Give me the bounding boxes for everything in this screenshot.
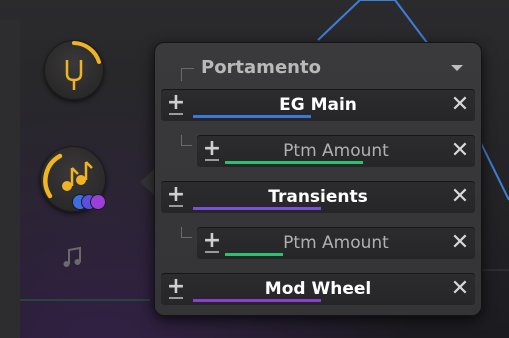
title-bracket: [181, 68, 194, 81]
mod-row-transients[interactable]: + Transients ✕: [161, 181, 475, 213]
portamento-knob-arc: [43, 153, 63, 199]
panel-title: Portamento: [201, 57, 321, 78]
plus-icon[interactable]: +: [197, 227, 227, 259]
sub-row-bracket: [181, 135, 192, 146]
mod-row-eg-main[interactable]: + EG Main ✕: [161, 89, 475, 121]
plus-icon[interactable]: +: [161, 89, 191, 121]
mod-row-mod-wheel[interactable]: + Mod Wheel ✕: [161, 273, 475, 305]
mod-dot-purple: [90, 194, 106, 210]
left-edge-strip: [0, 20, 20, 338]
mod-amount-bar[interactable]: [193, 207, 321, 210]
tuning-fork-icon: [65, 60, 83, 90]
plus-icon[interactable]: +: [161, 273, 191, 305]
modulation-source-dots: [72, 194, 112, 210]
mod-amount-bar[interactable]: [225, 253, 283, 256]
mod-row-ptm-amount[interactable]: + Ptm Amount ✕: [197, 227, 475, 259]
close-icon[interactable]: ✕: [445, 273, 475, 305]
mod-row-ptm-amount[interactable]: + Ptm Amount ✕: [197, 135, 475, 167]
tuning-knob-arc: [72, 41, 101, 64]
music-note-icon: [62, 161, 93, 191]
plus-icon[interactable]: +: [161, 181, 191, 213]
sub-row-bracket: [181, 227, 192, 238]
mod-amount-bar[interactable]: [193, 115, 311, 118]
close-icon[interactable]: ✕: [445, 89, 475, 121]
tuning-knob[interactable]: [44, 40, 104, 100]
mod-amount-bar[interactable]: [193, 299, 321, 302]
modulation-popup: Portamento + EG Main ✕ + Ptm Amount ✕ + …: [154, 42, 482, 316]
mod-amount-bar[interactable]: [225, 161, 363, 164]
music-note-icon[interactable]: [60, 244, 86, 270]
chevron-down-icon[interactable]: [451, 65, 463, 71]
plus-icon[interactable]: +: [197, 135, 227, 167]
close-icon[interactable]: ✕: [445, 135, 475, 167]
panel-pointer: [140, 168, 155, 196]
close-icon[interactable]: ✕: [445, 227, 475, 259]
close-icon[interactable]: ✕: [445, 181, 475, 213]
